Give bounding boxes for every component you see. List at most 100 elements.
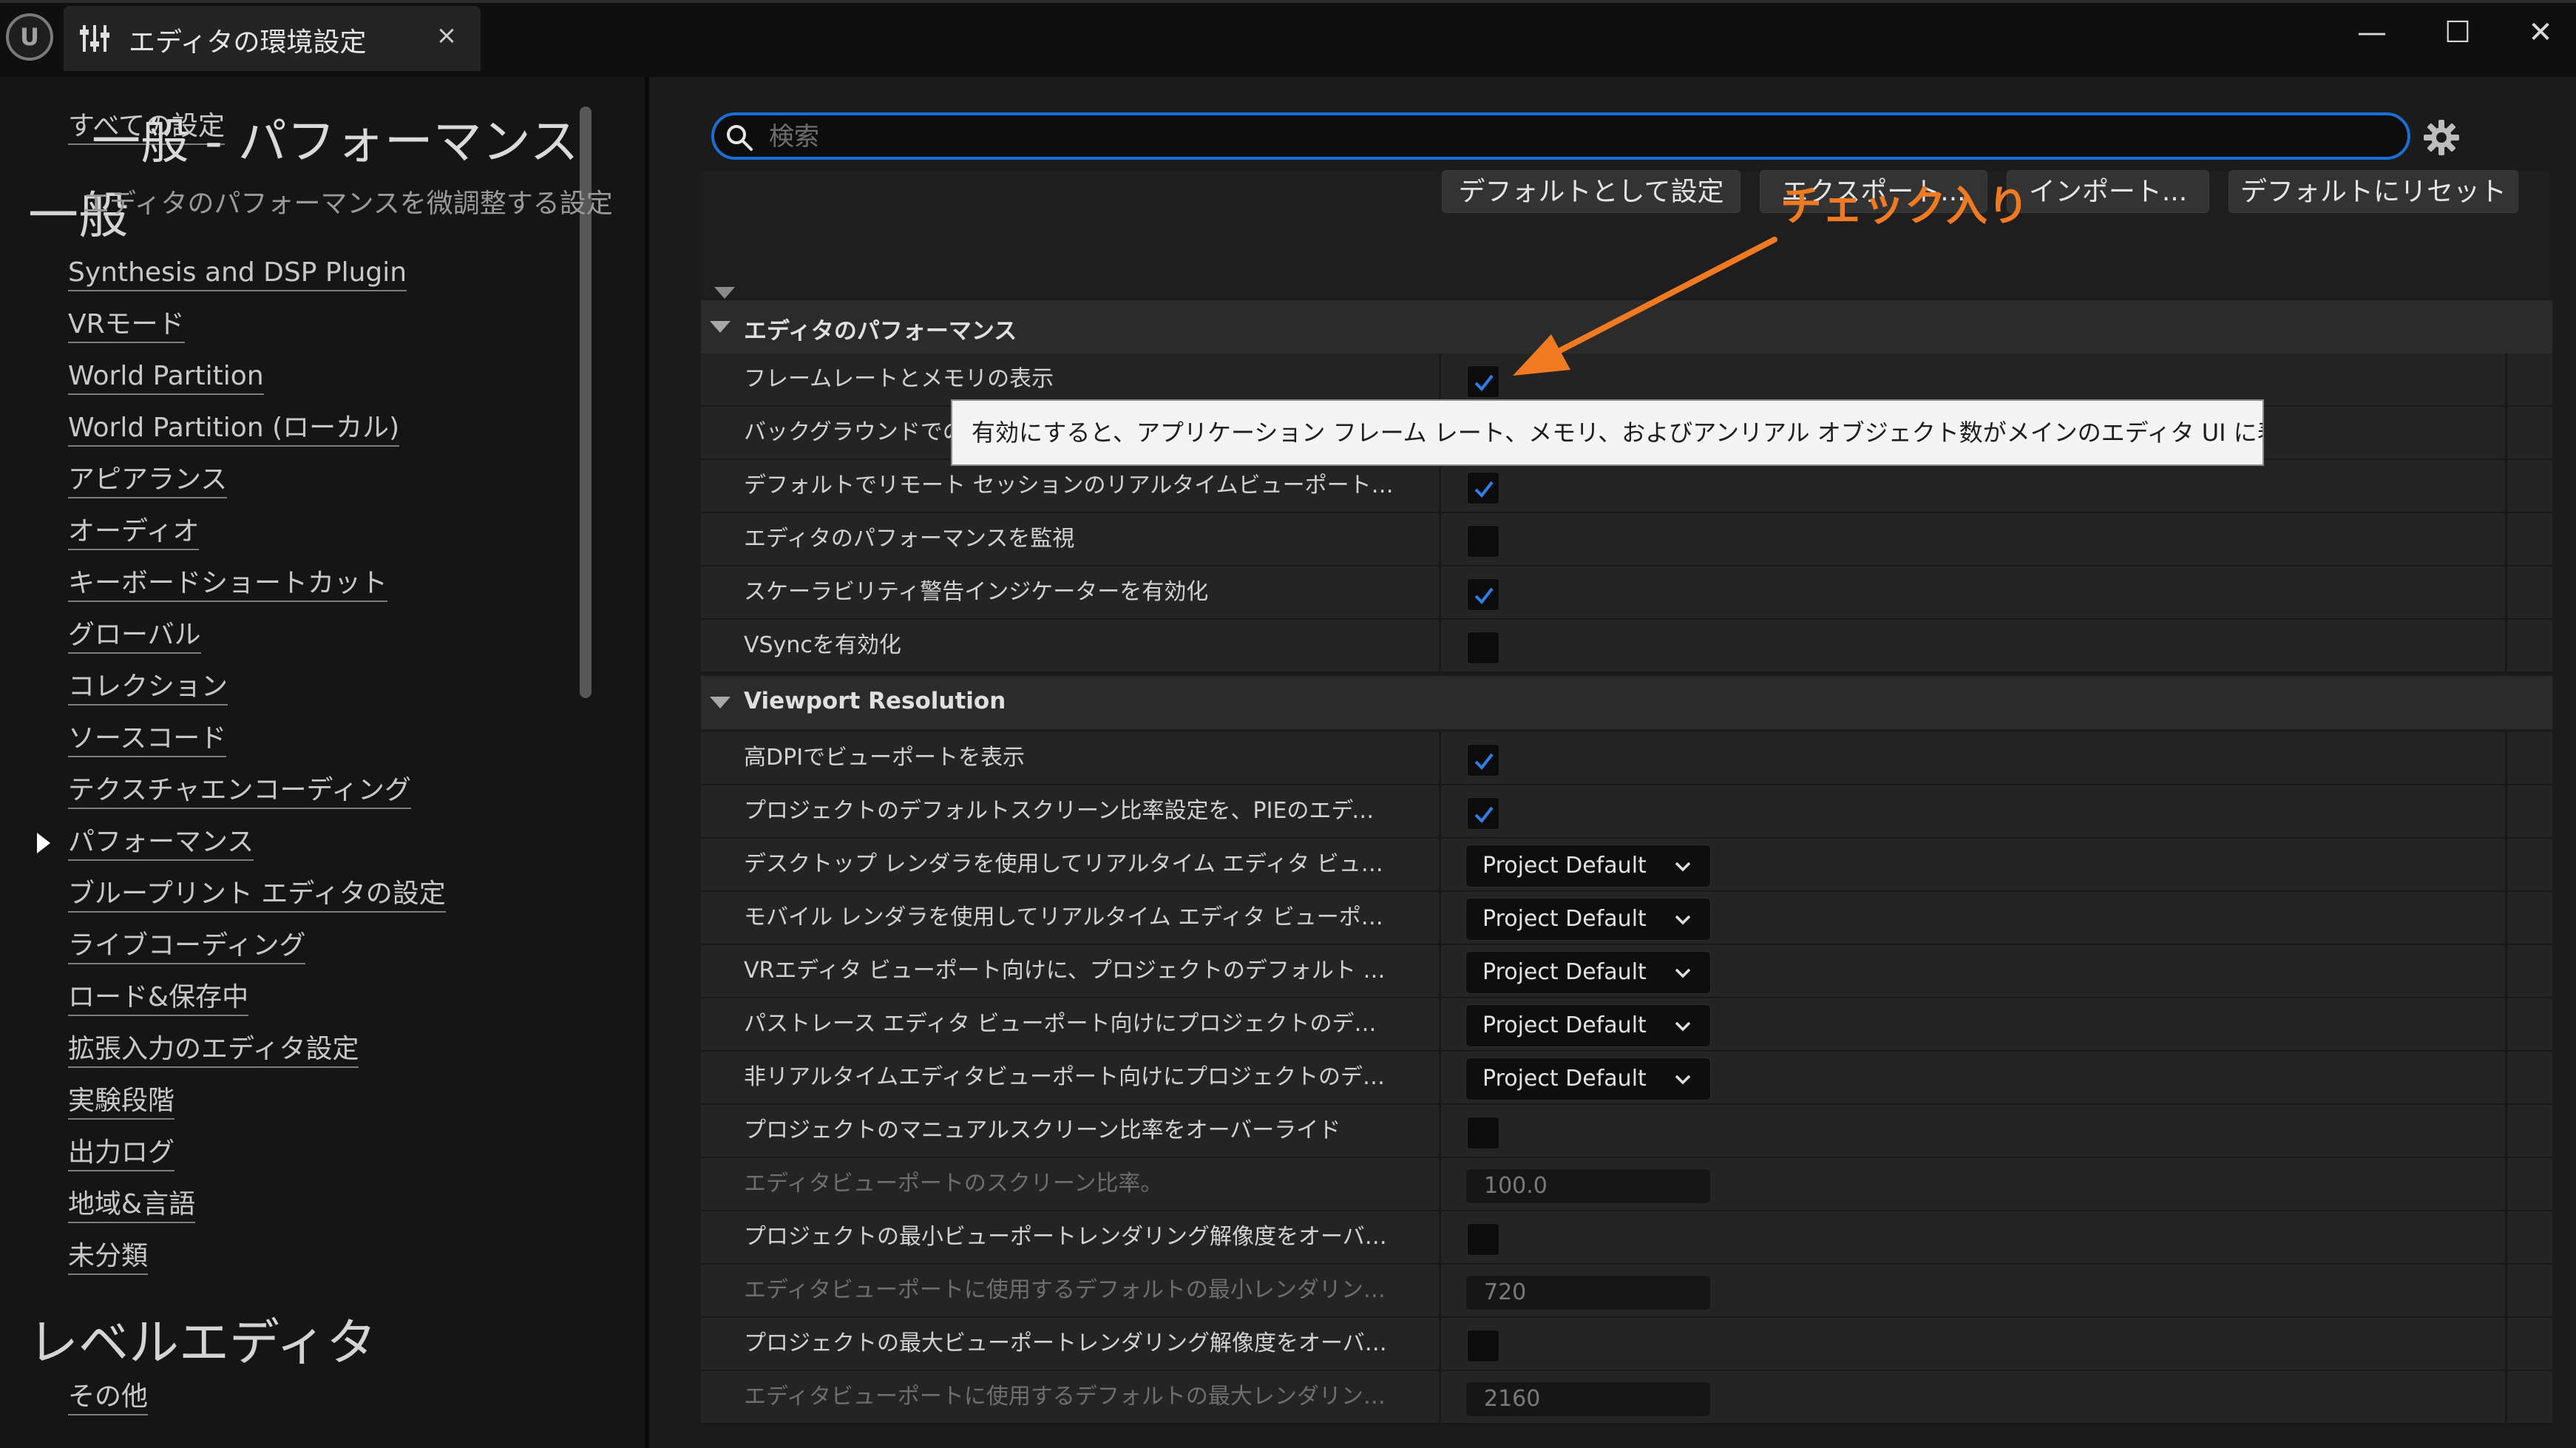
nav-item-keyboard-shortcuts[interactable]: キーボードショートカット	[68, 566, 388, 602]
nav-item-source-code[interactable]: ソースコード	[68, 722, 227, 757]
dropdown-value: Project Default	[1482, 853, 1647, 879]
checkbox-high-dpi[interactable]	[1467, 744, 1499, 777]
column-divider	[1439, 620, 1441, 673]
nav-item-other[interactable]: その他	[68, 1380, 149, 1415]
property-row-screen-percentage: エディタビューポートのスクリーン比率。 100.0	[701, 1158, 2552, 1211]
category-caret-icon	[710, 697, 731, 708]
dropdown-vr-editor[interactable]: Project Default	[1465, 951, 1711, 994]
column-divider	[1439, 839, 1441, 892]
column-divider	[2505, 839, 2507, 892]
nav-item-blueprint-editor[interactable]: ブループリント エディタの設定	[68, 877, 446, 913]
nav-item-uncategorized[interactable]: 未分類	[68, 1239, 149, 1275]
set-as-default-button[interactable]: デフォルトとして設定	[1442, 170, 1741, 213]
checkbox-pie-screen-percentage[interactable]	[1467, 797, 1499, 830]
nav-item-experimental[interactable]: 実験段階	[68, 1084, 175, 1120]
tab-close-button[interactable]: ×	[429, 18, 464, 53]
nav-item-global[interactable]: グローバル	[68, 618, 201, 654]
tab-editor-preferences[interactable]: エディタの環境設定 ×	[64, 6, 481, 71]
page-title: 一般 - パフォーマンス	[92, 113, 579, 170]
nav-item-appearance[interactable]: アピアランス	[68, 463, 228, 498]
column-divider	[1439, 1211, 1441, 1265]
column-divider	[2505, 1318, 2507, 1371]
checkbox-show-fps-memory[interactable]	[1467, 365, 1499, 398]
category-viewport-resolution[interactable]: Viewport Resolution	[701, 676, 2552, 729]
tab-title: エディタの環境設定	[129, 27, 367, 58]
property-row-override-manual-screen: プロジェクトのマニュアルスクリーン比率をオーバーライド	[701, 1105, 2552, 1158]
checkmark-icon	[1474, 806, 1494, 824]
nav-item-live-coding[interactable]: ライブコーディング	[68, 929, 306, 964]
number-field-min-resolution[interactable]: 720	[1465, 1275, 1711, 1310]
nav-item-load-save[interactable]: ロード&保存中	[68, 981, 249, 1016]
collapse-caret-icon[interactable]	[714, 287, 735, 299]
search-box[interactable]	[711, 112, 2410, 160]
checkbox-override-max-resolution[interactable]	[1467, 1330, 1499, 1362]
column-divider	[2505, 1105, 2507, 1158]
dropdown-non-realtime[interactable]: Project Default	[1465, 1058, 1711, 1100]
property-label: モバイル レンダラを使用してリアルタイム エディタ ビューポート向けに、プ...	[744, 904, 1394, 930]
category-editor-performance[interactable]: エディタのパフォーマンス	[701, 300, 2552, 353]
nav-item-performance[interactable]: パフォーマンス	[68, 825, 254, 861]
number-field-max-resolution[interactable]: 2160	[1465, 1381, 1711, 1417]
import-button[interactable]: インポート...	[2007, 170, 2209, 213]
checkmark-icon	[1474, 481, 1494, 498]
nav-item-synthesis[interactable]: Synthesis and DSP Plugin	[68, 256, 407, 291]
column-divider	[2505, 998, 2507, 1052]
column-divider	[1439, 1371, 1441, 1424]
property-label: プロジェクトの最小ビューポートレンダリング解像度をオーバーライド	[744, 1224, 1394, 1250]
nav-item-enhanced-input[interactable]: 拡張入力のエディタ設定	[68, 1032, 359, 1068]
checkbox-override-min-resolution[interactable]	[1467, 1223, 1499, 1256]
checkmark-icon	[1474, 374, 1494, 392]
dropdown-value: Project Default	[1482, 959, 1647, 985]
gear-icon[interactable]	[2419, 115, 2464, 160]
nav-item-audio[interactable]: オーディオ	[68, 515, 200, 550]
column-divider	[1439, 892, 1441, 945]
checkbox-monitor-performance[interactable]	[1467, 525, 1499, 558]
window-close-button[interactable]: ✕	[2511, 10, 2570, 55]
tooltip: 有効にすると、アプリケーション フレーム レート、メモリ、およびアンリアル オブ…	[951, 399, 2264, 466]
checkbox-override-manual-screen[interactable]	[1467, 1117, 1499, 1149]
nav-item-world-partition-local[interactable]: World Partition (ローカル)	[68, 411, 400, 447]
nav-item-output-log[interactable]: 出力ログ	[68, 1136, 175, 1171]
column-divider	[2505, 892, 2507, 945]
maximize-button[interactable]: ☐	[2428, 10, 2487, 55]
property-row-max-resolution: エディタビューポートに使用するデフォルトの最大レンダリング解像度。 2160	[701, 1371, 2552, 1424]
property-row-monitor-performance: エディタのパフォーマンスを監視	[701, 513, 2552, 566]
nav-section-level-editor: レベルエディタ	[28, 1314, 377, 1373]
search-input[interactable]	[767, 118, 2394, 155]
column-divider	[2505, 353, 2507, 407]
number-value: 720	[1484, 1279, 1527, 1305]
column-divider	[2505, 1158, 2507, 1211]
column-divider	[2505, 1371, 2507, 1424]
active-item-marker-icon	[37, 833, 50, 853]
search-icon	[727, 125, 753, 151]
checkbox-disable-realtime-remote[interactable]	[1467, 472, 1499, 504]
nav-item-texture-encoding[interactable]: テクスチャエンコーディング	[68, 774, 412, 809]
number-value: 100.0	[1484, 1173, 1548, 1199]
reset-to-default-button[interactable]: デフォルトにリセット	[2228, 170, 2518, 213]
chevron-down-icon	[1675, 1075, 1691, 1085]
unreal-logo-icon[interactable]: U	[6, 13, 53, 61]
nav-item-world-partition[interactable]: World Partition	[68, 359, 264, 395]
dropdown-mobile-renderer[interactable]: Project Default	[1465, 898, 1711, 941]
property-row-desktop-renderer: デスクトップ レンダラを使用してリアルタイム エディタ ビューポート向けに...…	[701, 839, 2552, 892]
number-field-screen-percentage[interactable]: 100.0	[1465, 1168, 1711, 1204]
column-divider	[2505, 1265, 2507, 1318]
property-row-high-dpi: 高DPIでビューポートを表示	[701, 732, 2552, 785]
nav-item-region-language[interactable]: 地域&言語	[68, 1188, 196, 1223]
dropdown-path-trace[interactable]: Project Default	[1465, 1004, 1711, 1047]
property-label: VSyncを有効化	[744, 632, 901, 658]
dropdown-value: Project Default	[1482, 906, 1647, 932]
minimize-button[interactable]: —	[2342, 10, 2402, 55]
column-divider	[1439, 1105, 1441, 1158]
property-row-non-realtime: 非リアルタイムエディタビューポート向けにプロジェクトのデフォルトスクリ... P…	[701, 1052, 2552, 1105]
column-divider	[1439, 998, 1441, 1052]
dropdown-desktop-renderer[interactable]: Project Default	[1465, 845, 1711, 887]
property-row-vr-editor: VRエディタ ビューポート向けに、プロジェクトのデフォルト スクリーン比率...…	[701, 945, 2552, 998]
nav-item-collection[interactable]: コレクション	[68, 670, 228, 706]
checkbox-vsync[interactable]	[1467, 632, 1499, 664]
column-divider	[2505, 785, 2507, 839]
nav-item-vr-mode[interactable]: VRモード	[68, 308, 185, 343]
checkbox-scalability-warning[interactable]	[1467, 578, 1499, 611]
property-label: 高DPIでビューポートを表示	[744, 745, 1026, 771]
property-label: フレームレートとメモリの表示	[744, 366, 1054, 392]
